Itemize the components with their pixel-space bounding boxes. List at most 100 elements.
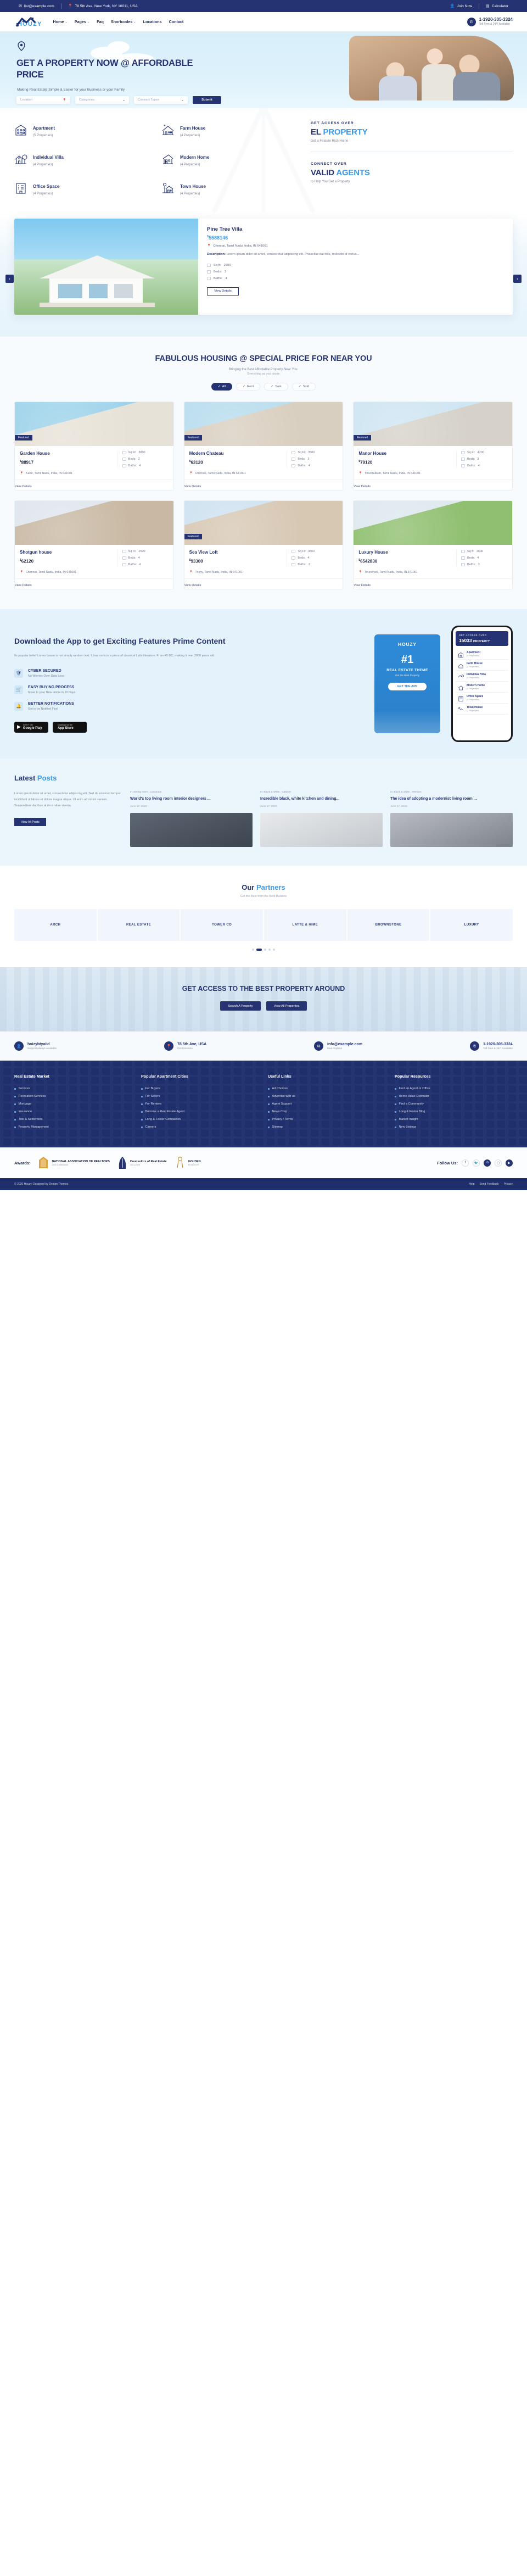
header-phone[interactable]: ✆ 1-1920-305-3324 Toll Free & 24/7 Avail…	[467, 17, 513, 26]
topbar-address[interactable]: 📍 78 5th Ave, New York, NY 10011, USA	[61, 4, 144, 8]
footer-link[interactable]: For Buyers	[141, 1085, 259, 1092]
tab-all[interactable]: ✓ All	[211, 383, 233, 391]
category-farm-house[interactable]: Farm House (4 Properties)	[161, 122, 300, 137]
logo-link[interactable]: HOUZY	[14, 16, 42, 28]
instagram-icon[interactable]: ◻	[495, 1159, 502, 1167]
tab-sold[interactable]: ✓ Sold	[291, 383, 316, 391]
footer-link[interactable]: For Sellers	[141, 1092, 259, 1100]
copyright-link-feedback[interactable]: Send Feedback	[480, 1183, 499, 1186]
tab-rent[interactable]: ✓ Rent	[236, 383, 261, 391]
footer-link[interactable]: Market Insight	[395, 1116, 513, 1123]
contact-item-email[interactable]: ✉ info@example.com Mail Anytime	[314, 1041, 362, 1051]
property-card[interactable]: Luxury House $6542830 Sq ft: 3600 Beds: …	[353, 500, 513, 590]
calculator-link[interactable]: ▤ Calculator	[479, 4, 515, 8]
phone-list-item[interactable]: Town House (4 Properties)	[456, 704, 508, 715]
footer-link[interactable]: Agent Support	[268, 1100, 386, 1108]
footer-link[interactable]: Title & Settlement	[14, 1116, 132, 1123]
nav-item-contact[interactable]: Contact	[169, 19, 184, 24]
footer-link[interactable]: Recreation Services	[14, 1092, 132, 1100]
phone-list-item[interactable]: Apartment (5 Properties)	[456, 649, 508, 660]
join-now-link[interactable]: 👤 Join Now	[444, 4, 479, 8]
phone-list-item[interactable]: Modern Home (4 Properties)	[456, 682, 508, 693]
phone-list-item[interactable]: Office Space (4 Properties)	[456, 693, 508, 704]
property-card[interactable]: Featured Garden House $88917 Sq Ft: 3800…	[14, 402, 174, 491]
phone-list-item[interactable]: Individual Villa (4 Properties)	[456, 671, 508, 682]
nav-item-home[interactable]: Home ⌄	[53, 19, 68, 24]
carousel-dot[interactable]	[264, 949, 266, 951]
carousel-dot[interactable]	[252, 949, 254, 951]
facebook-icon[interactable]: f	[462, 1159, 469, 1167]
footer-link[interactable]: Services	[14, 1085, 132, 1092]
footer-link[interactable]: Home Value Estimator	[395, 1092, 513, 1100]
property-view-details-button[interactable]: View Details	[184, 481, 201, 490]
slider-next-button[interactable]: ›	[513, 274, 522, 283]
app-store-button[interactable]: Download on the App Store	[53, 721, 87, 733]
contact-item-phone[interactable]: ✆ 1-1920-305-3324 Toll Free & 24/7 Avail…	[469, 1041, 513, 1051]
partner-logo[interactable]: ARCH	[14, 909, 97, 941]
property-card[interactable]: Featured Sea View Loft $93300 Sq Ft: 360…	[183, 500, 344, 590]
linkedin-icon[interactable]: in	[484, 1159, 491, 1167]
google-play-button[interactable]: ▶ GET IT ON Google Play	[14, 721, 48, 733]
property-view-details-button[interactable]: View Details	[15, 580, 32, 589]
category-office-space[interactable]: Office Space (4 Properties)	[14, 181, 153, 196]
nav-item-pages[interactable]: Pages ⌄	[75, 19, 89, 24]
carousel-dot-active[interactable]	[256, 949, 262, 951]
property-view-details-button[interactable]: View Details	[354, 481, 371, 490]
category-individual-villa[interactable]: Individual Villa (4 Properties)	[14, 152, 153, 166]
search-contract-select[interactable]: Contract Types ⌄	[134, 96, 188, 104]
blog-post[interactable]: in: Dining room , Luxurious World's top …	[130, 791, 253, 847]
footer-link[interactable]: Privacy / Terms	[268, 1116, 386, 1123]
slider-prev-button[interactable]: ‹	[5, 274, 14, 283]
property-card[interactable]: Featured Modern Chateau $63120 Sq Ft: 35…	[183, 402, 344, 491]
property-view-details-button[interactable]: View Details	[184, 580, 201, 589]
search-property-button[interactable]: Search A Property	[220, 1001, 261, 1011]
partner-logo[interactable]: LATTE & HIME	[264, 909, 346, 941]
footer-link[interactable]: Find an Agent or Office	[395, 1085, 513, 1092]
nav-item-faq[interactable]: Faq	[97, 19, 104, 24]
carousel-dot[interactable]	[273, 949, 275, 951]
footer-link[interactable]: For Renters	[141, 1100, 259, 1108]
search-submit-button[interactable]: Submit	[193, 96, 221, 104]
blog-post[interactable]: in: Black & white , Interiors The idea o…	[390, 791, 513, 847]
footer-link[interactable]: Long & Foster Companies	[141, 1116, 259, 1123]
partner-logo[interactable]: BROWNSTONE	[347, 909, 430, 941]
property-view-details-button[interactable]: View Details	[354, 580, 371, 589]
footer-link[interactable]: News Corp	[268, 1108, 386, 1116]
category-modern-home[interactable]: Modern Home (4 Properties)	[161, 152, 300, 166]
property-card[interactable]: Featured Manor House $79120 Sq Ft: 4200 …	[353, 402, 513, 491]
copyright-link-privacy[interactable]: Privacy	[504, 1183, 513, 1186]
get-the-app-button[interactable]: GET THE APP	[388, 683, 427, 691]
phone-list-item[interactable]: Farm House (4 Properties)	[456, 660, 508, 671]
topbar-email[interactable]: ✉ list@example.com	[12, 4, 61, 8]
footer-link[interactable]: Careers	[141, 1123, 259, 1131]
blog-post[interactable]: in: Black & white , Cabinet Incredible b…	[260, 791, 383, 847]
search-categories-select[interactable]: Categories ⌄	[75, 96, 129, 104]
partner-logo[interactable]: TOWER CO	[181, 909, 264, 941]
footer-link[interactable]: Sitemap	[268, 1123, 386, 1131]
search-location-input[interactable]: Location 📍	[16, 96, 70, 104]
footer-link[interactable]: Property Management	[14, 1123, 132, 1131]
footer-link[interactable]: Advertise with us	[268, 1092, 386, 1100]
footer-link[interactable]: Long & Foster Blog	[395, 1108, 513, 1116]
footer-link[interactable]: Find a Community	[395, 1100, 513, 1108]
contact-item-user[interactable]: 👤 hoizybtyaiid Support always available	[14, 1041, 57, 1051]
nav-item-locations[interactable]: Locations	[143, 19, 162, 24]
featured-view-details-button[interactable]: View Details	[207, 287, 239, 295]
category-apartment[interactable]: Apartment (5 Properties)	[14, 122, 153, 137]
property-view-details-button[interactable]: View Details	[15, 481, 32, 490]
footer-link[interactable]: Mortgage	[14, 1100, 132, 1108]
view-all-posts-button[interactable]: View All Posts	[14, 818, 46, 827]
contact-item-address[interactable]: 📍 78 5th Ave, USA Get Direction	[164, 1041, 206, 1051]
tab-sale[interactable]: ✓ Sale	[264, 383, 288, 391]
view-all-properties-button[interactable]: View All Properties	[266, 1001, 307, 1011]
partner-logo[interactable]: LUXURY	[430, 909, 513, 941]
property-card[interactable]: Shotgun house $62120 Sq Ft: 2500 Beds: 4…	[14, 500, 174, 590]
copyright-link-help[interactable]: Help	[469, 1183, 474, 1186]
nav-item-shortcodes[interactable]: Shortcodes ⌄	[111, 19, 136, 24]
footer-link[interactable]: Ad Choices	[268, 1085, 386, 1092]
partner-logo[interactable]: REAL ESTATE	[97, 909, 180, 941]
footer-link[interactable]: New Listings	[395, 1123, 513, 1131]
category-town-house[interactable]: Town House (4 Properties)	[161, 181, 300, 196]
footer-link[interactable]: Become a Real Estate Agent	[141, 1108, 259, 1116]
twitter-icon[interactable]: 🐦	[473, 1159, 480, 1167]
